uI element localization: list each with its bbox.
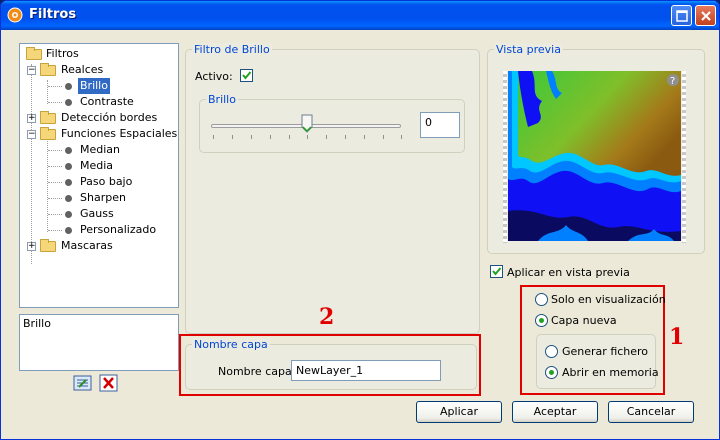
expand-icon[interactable]: +: [27, 114, 36, 123]
brightness-value-field[interactable]: 0: [420, 112, 460, 138]
collapse-icon[interactable]: −: [27, 66, 36, 75]
new-layer-label: Capa nueva: [551, 314, 617, 327]
maximize-icon: [676, 10, 688, 22]
folder-icon: [40, 111, 56, 124]
delete-icon: [99, 374, 118, 392]
filter-tree[interactable]: Filtros − Realces Brillo Contraste + Det…: [19, 43, 179, 308]
new-layer-radio[interactable]: [535, 314, 548, 327]
close-icon: [701, 11, 711, 21]
window-title: Filtros: [29, 7, 77, 22]
slider-thumb[interactable]: [301, 114, 313, 134]
dialog-body: Filtros − Realces Brillo Contraste + Det…: [4, 30, 716, 438]
leaf-bullet-icon: [65, 163, 72, 170]
add-filter-button[interactable]: [73, 374, 93, 392]
filters-dialog: Filtros Filtros − Realces Brillo Contras…: [0, 0, 720, 440]
open-memory-label: Abrir en memoria: [562, 366, 659, 379]
generate-file-label: Generar fichero: [562, 345, 649, 358]
leaf-bullet-icon: [65, 211, 72, 218]
layer-name-title: Nombre capa: [192, 338, 270, 351]
only-view-radio[interactable]: [535, 293, 548, 306]
collapse-icon[interactable]: −: [27, 130, 36, 139]
open-memory-radio[interactable]: [545, 366, 558, 379]
close-button[interactable]: [695, 5, 716, 26]
leaf-bullet-icon: [65, 227, 72, 234]
annotation-1: 1: [669, 324, 685, 350]
layer-name-input[interactable]: NewLayer_1: [291, 360, 441, 381]
annotation-2: 2: [319, 304, 335, 330]
cancel-button[interactable]: Cancelar: [608, 401, 694, 423]
leaf-bullet-icon: [65, 147, 72, 154]
app-icon: [7, 7, 23, 23]
layer-name-label: Nombre capa:: [218, 365, 296, 378]
description-text: Brillo: [23, 317, 51, 330]
leaf-bullet-icon: [65, 99, 72, 106]
checkmark-icon: [492, 267, 502, 276]
remove-filter-button[interactable]: [99, 374, 119, 392]
leaf-bullet-icon: [65, 179, 72, 186]
list-add-icon: [73, 375, 92, 391]
generate-file-radio[interactable]: [545, 345, 558, 358]
folder-icon: [40, 63, 56, 76]
expand-icon[interactable]: +: [27, 242, 36, 251]
filter-description: Brillo: [19, 314, 179, 371]
folder-icon: [40, 127, 56, 140]
only-view-label: Solo en visualización: [551, 293, 666, 306]
preview-image: ?: [508, 71, 681, 241]
accept-button[interactable]: Aceptar: [512, 401, 598, 423]
apply-preview-label: Aplicar en vista previa: [507, 266, 630, 279]
svg-text:?: ?: [670, 76, 675, 87]
new-layer-options-group: [536, 334, 656, 389]
maximize-button[interactable]: [671, 5, 692, 26]
folder-icon: [40, 239, 56, 252]
leaf-bullet-icon: [65, 83, 72, 90]
apply-preview-checkbox[interactable]: [490, 265, 503, 278]
leaf-bullet-icon: [65, 195, 72, 202]
title-bar[interactable]: Filtros: [1, 1, 719, 30]
apply-button[interactable]: Aplicar: [416, 401, 502, 423]
preview-title: Vista previa: [494, 43, 563, 56]
folder-icon: [26, 47, 42, 60]
